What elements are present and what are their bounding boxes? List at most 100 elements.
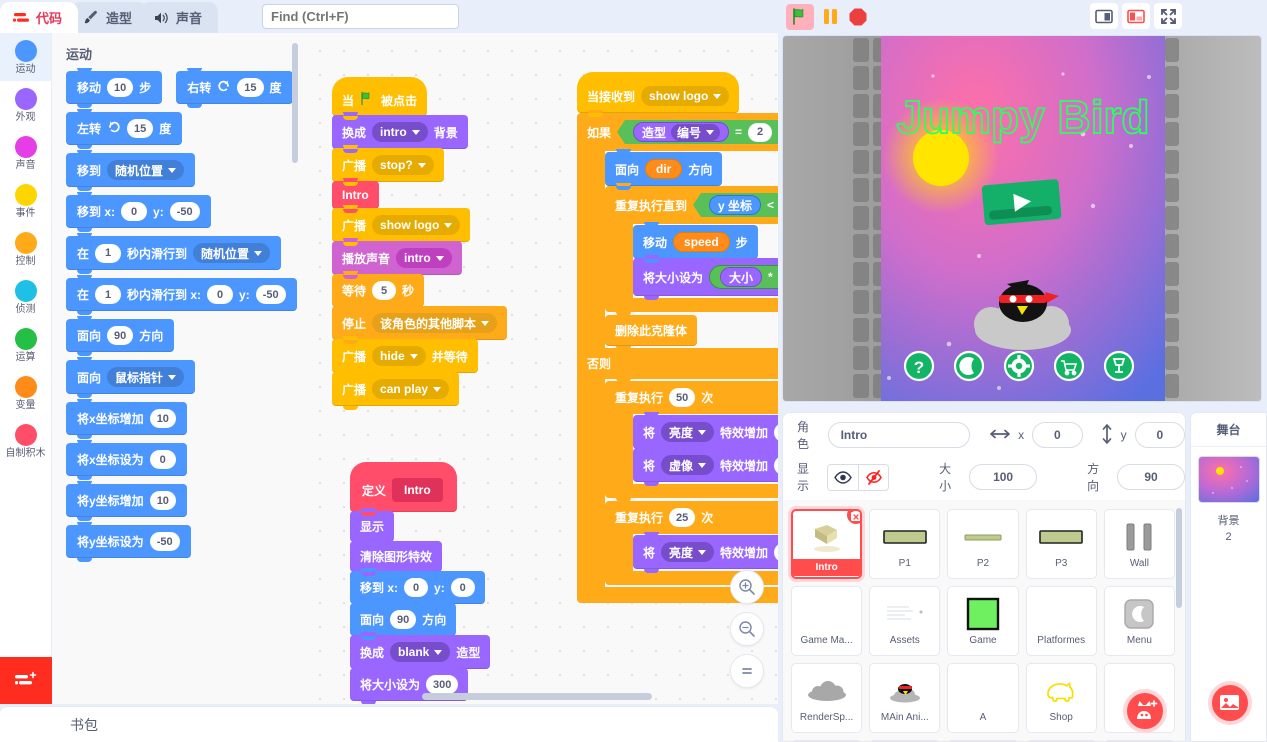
category-events[interactable]: 事件 xyxy=(0,177,51,225)
change-brightness-effect-block[interactable]: 将 亮度 特效增加 -1.5 xyxy=(633,412,778,453)
repeat-25-header[interactable]: 重复执行 25 次 xyxy=(605,498,778,534)
brightness-dropdown[interactable]: 亮度 xyxy=(661,422,715,442)
stage-selector-panel[interactable]: 舞台 背景 2 xyxy=(1190,412,1267,742)
palette-block-11[interactable]: 将y坐标增加 10 xyxy=(66,481,187,521)
when-receive-dropdown[interactable]: show logo xyxy=(641,86,730,106)
repeat-50-count[interactable]: 50 xyxy=(669,388,696,407)
stop-button[interactable] xyxy=(848,7,868,27)
change-ghost-effect-block[interactable]: 将 虚像 特效增加 -2 xyxy=(633,445,778,486)
equals-right-operand[interactable]: 2 xyxy=(748,122,773,142)
stage-canvas[interactable]: Jumpy Bird ? xyxy=(782,35,1262,402)
block-input[interactable]: -50 xyxy=(169,202,200,221)
pause-button[interactable] xyxy=(822,7,840,26)
block-input[interactable]: 300 xyxy=(426,675,459,694)
block-input[interactable]: -50 xyxy=(149,532,180,551)
script-block-1[interactable]: 广播 stop? xyxy=(332,145,444,186)
palette-block-7[interactable]: 面向 90 方向 xyxy=(66,316,175,356)
block-input[interactable]: 10 xyxy=(107,78,134,97)
palette-block-3[interactable]: 移到 随机位置 xyxy=(66,150,196,191)
block-dropdown[interactable]: show logo xyxy=(372,215,461,235)
sprite-item-intro[interactable]: Intro xyxy=(791,509,863,579)
block-input[interactable]: 10 xyxy=(149,491,176,510)
palette-block-9[interactable]: 将x坐标增加 10 xyxy=(66,399,187,439)
script-block-4[interactable]: 播放声音 intro xyxy=(332,238,462,279)
small-stage-button[interactable] xyxy=(1090,3,1118,29)
direction-input[interactable]: 90 xyxy=(1117,464,1185,490)
move-steps-block[interactable]: 移动 speed 步 xyxy=(633,222,758,263)
y-input[interactable]: 0 xyxy=(1134,422,1185,448)
block-dropdown[interactable]: 随机位置 xyxy=(107,160,185,180)
script-stack-define-intro[interactable]: 定义 Intro 显示 清除图形特效 移到 x: 0 y: 0 面向 90 方向 换成 blank 造… xyxy=(350,462,491,704)
variable-dir[interactable]: dir xyxy=(645,159,683,179)
category-looks[interactable]: 外观 xyxy=(0,81,51,129)
tab-sounds[interactable]: 声音 xyxy=(140,2,219,33)
x-input[interactable]: 0 xyxy=(1032,422,1083,448)
find-input[interactable] xyxy=(262,4,459,29)
sprite-list-panel[interactable]: Intro P1 P2 P3 Wall Game Ma... Assets Game Platf… xyxy=(782,500,1186,742)
multiply-operator[interactable]: 大小 * 0.993 xyxy=(709,265,778,289)
palette-block-5[interactable]: 在 1 秒内滑行到 随机位置 xyxy=(66,233,282,274)
sprite-item-wall[interactable]: Wall xyxy=(1103,509,1175,579)
zoom-in-button[interactable] xyxy=(730,570,764,604)
block-input[interactable]: 0 xyxy=(121,202,148,221)
palette-block-6[interactable]: 在 1 秒内滑行到 x: 0 y: -50 xyxy=(66,275,297,315)
add-extension-button[interactable] xyxy=(0,657,52,704)
if-else-block[interactable]: 如果 造型 编号 = 2 面向 dir 方向 重复执行直到 y 坐标 < 移动 … xyxy=(577,110,778,603)
category-my-blocks[interactable]: 自制积木 xyxy=(0,417,51,465)
block-input[interactable]: 15 xyxy=(127,119,154,138)
add-sprite-button[interactable] xyxy=(1123,689,1167,733)
category-sensing[interactable]: 侦测 xyxy=(0,273,51,321)
script-block-4[interactable]: 换成 blank 造型 xyxy=(350,632,491,673)
size-input[interactable]: 100 xyxy=(969,464,1038,490)
variable-speed[interactable]: speed xyxy=(673,232,730,252)
block-input[interactable]: 0 xyxy=(207,285,234,304)
block-palette[interactable]: 运动 移动 10 步右转 15 度左转 15 度移到 随机位置 移到 x: 0 y: -50 在 1 秒内滑… xyxy=(52,33,302,704)
block-input[interactable]: 1 xyxy=(95,285,122,304)
zoom-reset-button[interactable] xyxy=(730,654,764,688)
sprite-list-scrollbar[interactable] xyxy=(1176,508,1182,608)
block-input[interactable]: 90 xyxy=(390,610,417,629)
repeat-50-block[interactable]: 重复执行 50 次 将 亮度 特效增加 将 虚像 特效增加 xyxy=(605,378,778,498)
sprite-item-assets[interactable]: Assets xyxy=(869,586,941,656)
sprite-name-input[interactable]: Intro xyxy=(827,422,971,448)
stage-thumbnail[interactable] xyxy=(1197,456,1260,503)
hide-sprite-button[interactable] xyxy=(858,464,889,490)
palette-block-1[interactable]: 右转 15 度 xyxy=(176,68,293,108)
script-block-6[interactable]: 停止 该角色的其他脚本 xyxy=(332,303,508,344)
sprite-item-p3[interactable]: P3 xyxy=(1025,509,1097,579)
code-workspace[interactable]: 当 被点击 换成 intro 背景 广播 stop? Intro 广播 show logo 播放… xyxy=(302,33,778,704)
large-stage-button[interactable] xyxy=(1122,3,1150,29)
delete-clone-block[interactable]: 删除此克隆体 xyxy=(605,312,698,350)
block-dropdown[interactable]: stop? xyxy=(372,155,434,175)
block-input[interactable]: 0 xyxy=(450,578,475,597)
category-operators[interactable]: 运算 xyxy=(0,321,51,369)
set-size-block[interactable]: 将大小设为 大小 * 0.993 xyxy=(633,255,778,300)
costume-number-dropdown[interactable]: 编号 xyxy=(671,123,721,141)
sprite-item-menu[interactable]: Menu xyxy=(1103,586,1175,656)
block-input[interactable]: 0 xyxy=(149,450,176,469)
add-backdrop-button[interactable] xyxy=(1208,681,1252,725)
green-flag-button[interactable] xyxy=(786,3,814,30)
backpack-bar[interactable]: 书包 xyxy=(0,706,778,742)
palette-block-0[interactable]: 移动 10 步 xyxy=(66,68,163,108)
workspace-horizontal-scrollbar[interactable] xyxy=(422,693,652,700)
equals-operator[interactable]: 造型 编号 = 2 xyxy=(617,120,778,144)
size-reporter[interactable]: 大小 xyxy=(720,267,763,287)
script-stack-green-flag[interactable]: 当 被点击 换成 intro 背景 广播 stop? Intro 广播 show logo 播放… xyxy=(332,77,508,410)
block-dropdown[interactable]: 该角色的其他脚本 xyxy=(372,313,498,333)
y-position-reporter[interactable]: y 坐标 xyxy=(709,195,762,215)
zoom-out-button[interactable] xyxy=(730,612,764,646)
script-block-0[interactable]: 换成 intro 背景 xyxy=(332,112,468,153)
less-than-operator[interactable]: y 坐标 < -16 xyxy=(693,193,778,217)
block-dropdown[interactable]: intro xyxy=(396,248,452,268)
block-dropdown[interactable]: 随机位置 xyxy=(193,243,271,263)
if-header[interactable]: 如果 造型 编号 = 2 xyxy=(577,110,778,151)
block-input[interactable]: 10 xyxy=(149,409,176,428)
when-receive-block[interactable]: 当接收到 show logo xyxy=(577,72,740,117)
block-input[interactable]: 0 xyxy=(404,578,429,597)
repeat-50-header[interactable]: 重复执行 50 次 xyxy=(605,378,778,414)
block-input[interactable]: 15 xyxy=(237,78,264,97)
change-brightness-effect-block-2[interactable]: 将 亮度 特效增加 -1.5 xyxy=(633,532,778,573)
tab-costumes[interactable]: 造型 xyxy=(70,2,149,33)
define-block[interactable]: 定义 Intro xyxy=(350,462,457,516)
